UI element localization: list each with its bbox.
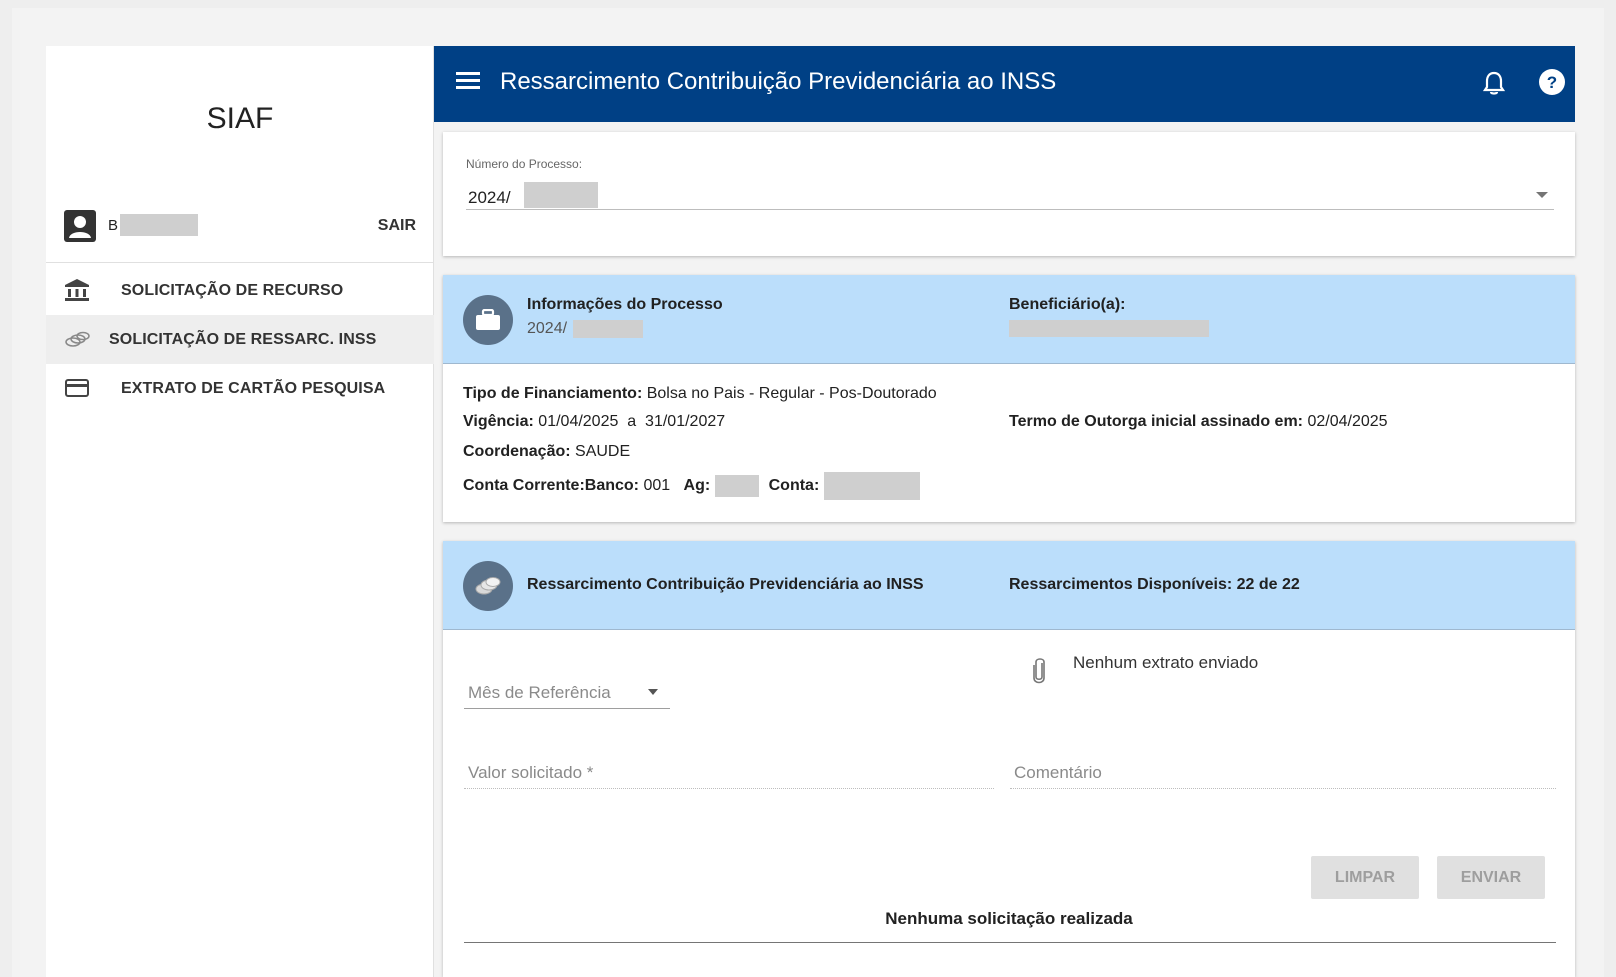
reimbursement-header: Ressarcimento Contribuição Previdenciári… <box>443 541 1575 630</box>
app-header: Ressarcimento Contribuição Previdenciári… <box>434 46 1575 122</box>
funding-type-line: Tipo de Financiamento: Bolsa no Pais - R… <box>463 385 937 402</box>
comment-input[interactable]: Comentário <box>1010 753 1556 789</box>
redacted-user-name <box>120 214 198 236</box>
sidebar-item-label: EXTRATO DE CARTÃO PESQUISA <box>121 380 386 397</box>
process-selector-card: Número do Processo: 2024/ <box>443 132 1575 256</box>
svg-text:?: ? <box>1547 73 1557 92</box>
credit-card-icon <box>64 376 90 400</box>
coins-icon <box>463 561 513 611</box>
sidebar-nav: SOLICITAÇÃO DE RECURSO SOLICITAÇÃO DE RE… <box>46 266 434 413</box>
clear-button[interactable]: LIMPAR <box>1311 856 1419 899</box>
bank-code: 001 <box>643 477 671 495</box>
grant-term-line: Termo de Outorga inicial assinado em: 02… <box>1009 413 1388 430</box>
sidebar: SIAF B SAIR SOLICITAÇÃO DE RECURSO SOLIC… <box>46 46 434 977</box>
reimbursement-title: Ressarcimento Contribuição Previdenciári… <box>527 576 924 593</box>
validity-line: Vigência: 01/04/2025 a 31/01/2027 <box>463 413 726 430</box>
sidebar-divider <box>46 262 434 263</box>
process-info-card: Informações do Processo 2024/ Beneficiár… <box>443 275 1575 522</box>
process-number-label: Número do Processo: <box>466 157 583 171</box>
user-row: B SAIR <box>64 208 416 244</box>
requested-amount-input[interactable]: Valor solicitado * <box>464 753 994 789</box>
chevron-down-icon <box>1536 192 1548 198</box>
redacted-account <box>823 472 920 500</box>
process-info-title: Informações do Processo <box>527 296 723 313</box>
redacted-process-number <box>524 182 598 208</box>
beneficiary-label: Beneficiário(a): <box>1009 296 1126 313</box>
funding-type-value: Bolsa no Pais - Regular - Pos-Doutorado <box>646 385 937 402</box>
page-title: Ressarcimento Contribuição Previdenciári… <box>500 68 1057 95</box>
empty-requests-message: Nenhuma solicitação realizada <box>885 909 1133 928</box>
menu-icon[interactable] <box>456 70 480 90</box>
sidebar-item-extrato-cartao[interactable]: EXTRATO DE CARTÃO PESQUISA <box>46 364 434 413</box>
submit-button[interactable]: ENVIAR <box>1437 856 1545 899</box>
sidebar-item-solicitacao-recurso[interactable]: SOLICITAÇÃO DE RECURSO <box>46 266 434 315</box>
redacted-beneficiary-name <box>1009 320 1209 337</box>
user-avatar-icon <box>64 210 96 242</box>
sidebar-item-label: SOLICITAÇÃO DE RESSARC. INSS <box>109 331 377 348</box>
process-info-header: Informações do Processo 2024/ Beneficiár… <box>443 275 1575 364</box>
coordination-value: SAUDE <box>575 443 631 460</box>
divider <box>464 942 1556 943</box>
process-number-value: 2024/ <box>468 188 511 207</box>
logout-button[interactable]: SAIR <box>378 217 416 235</box>
reimbursement-card: Ressarcimento Contribuição Previdenciári… <box>443 541 1575 977</box>
comment-label: Comentário <box>1014 763 1102 782</box>
bell-icon[interactable] <box>1483 70 1505 96</box>
app-logo-title: SIAF <box>206 102 274 135</box>
coordination-line: Coordenação: SAUDE <box>463 443 631 460</box>
user-name: B <box>108 217 119 234</box>
statement-status: Nenhum extrato enviado <box>1073 653 1259 672</box>
help-icon[interactable]: ? <box>1538 68 1566 96</box>
reference-month-select[interactable]: Mês de Referência <box>464 673 670 709</box>
sidebar-item-solicitacao-ressarc-inss[interactable]: SOLICITAÇÃO DE RESSARC. INSS <box>46 315 434 364</box>
paperclip-icon[interactable] <box>1031 657 1047 685</box>
validity-value: 01/04/2025 a 31/01/2027 <box>538 413 726 430</box>
grant-term-date: 02/04/2025 <box>1307 413 1388 430</box>
redacted-agency <box>714 475 759 497</box>
sidebar-item-label: SOLICITAÇÃO DE RECURSO <box>121 282 344 299</box>
requested-amount-label: Valor solicitado * <box>468 763 594 782</box>
bank-account-line: Conta Corrente:Banco: 001 Ag: Conta: <box>463 472 920 500</box>
reimbursements-available: Ressarcimentos Disponíveis: 22 de 22 <box>1009 576 1300 593</box>
coins-icon <box>64 327 90 351</box>
redacted-process-number <box>573 320 643 338</box>
reference-month-label: Mês de Referência <box>468 683 611 702</box>
briefcase-icon <box>463 295 513 345</box>
process-info-number: 2024/ <box>527 320 568 337</box>
process-number-select[interactable]: 2024/ <box>466 178 1554 210</box>
bank-icon <box>64 278 90 302</box>
chevron-down-icon <box>648 689 658 695</box>
